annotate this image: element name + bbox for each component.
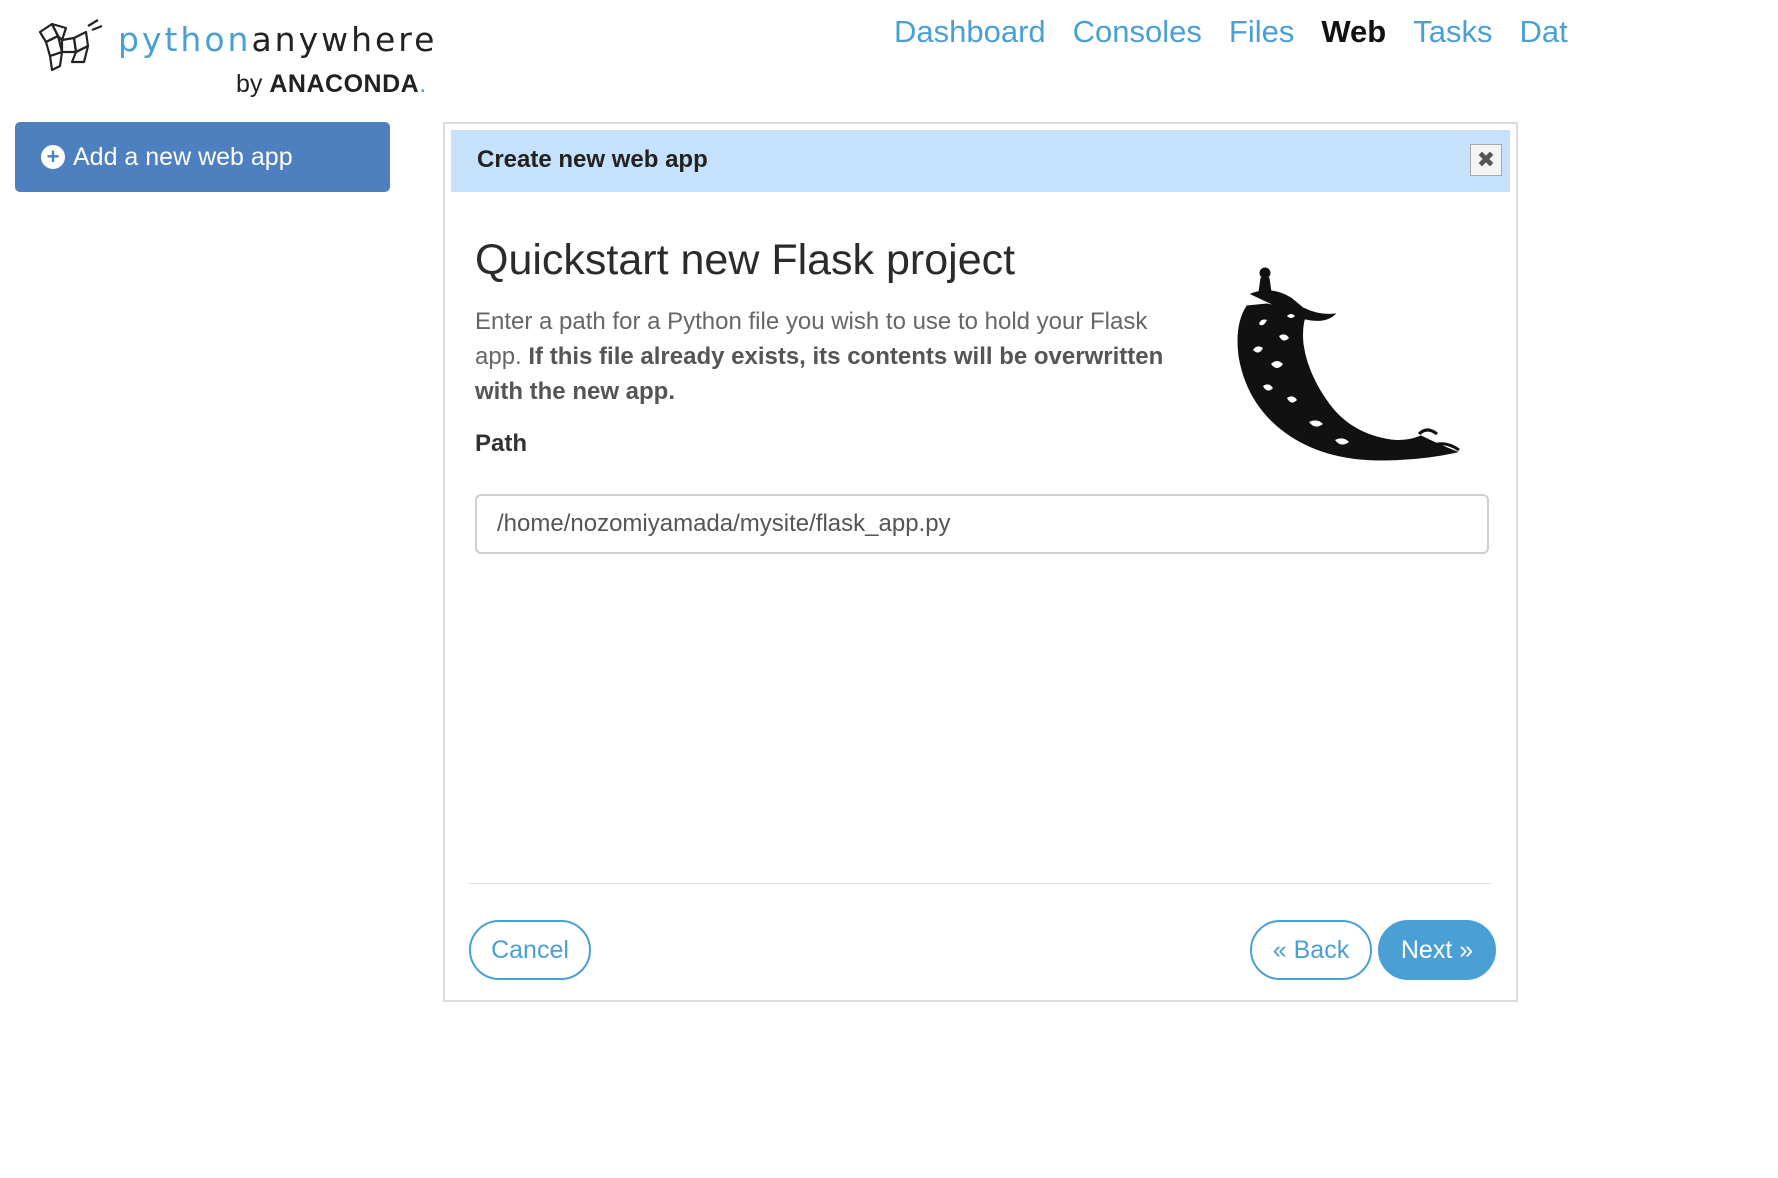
flask-logo-icon [1237,267,1460,461]
nav-consoles[interactable]: Consoles [1073,10,1202,54]
path-input[interactable] [475,494,1489,554]
logo-by-anaconda: by ANACONDA. [236,70,427,98]
add-new-web-app-button[interactable]: + Add a new web app [15,122,390,192]
close-icon: ✖ [1476,147,1496,172]
nav-dashboard[interactable]: Dashboard [894,10,1046,54]
back-button[interactable]: « Back [1250,920,1372,980]
path-label: Path [475,430,528,457]
footer-divider [469,883,1492,884]
next-button[interactable]: Next » [1378,920,1496,980]
nav-files[interactable]: Files [1229,10,1294,54]
nav-databases[interactable]: Dat [1520,10,1568,54]
plus-circle-icon: + [41,145,65,169]
logo-mark-icon [38,19,103,72]
overwrite-warning: If this file already exists, its content… [475,343,1164,405]
top-navigation: Dashboard Consoles Files Web Tasks Dat [894,10,1595,54]
close-dialog-button[interactable]: ✖ [1470,144,1502,176]
create-web-app-dialog: Create new web app ✖ Quickstart new Flas… [443,122,1518,1002]
cancel-button[interactable]: Cancel [469,920,591,980]
pythonanywhere-logo[interactable]: pythonanywhere by ANACONDA. [36,14,436,104]
page-title: Quickstart new Flask project [475,236,1016,284]
dialog-title: Create new web app [477,146,708,173]
nav-tasks[interactable]: Tasks [1413,10,1492,54]
logo-wordmark: pythonanywhere [118,20,438,59]
nav-web[interactable]: Web [1321,10,1386,54]
dialog-description: Enter a path for a Python file you wish … [475,304,1195,409]
add-new-web-app-label: Add a new web app [73,142,293,171]
dialog-header: Create new web app ✖ [451,130,1510,192]
